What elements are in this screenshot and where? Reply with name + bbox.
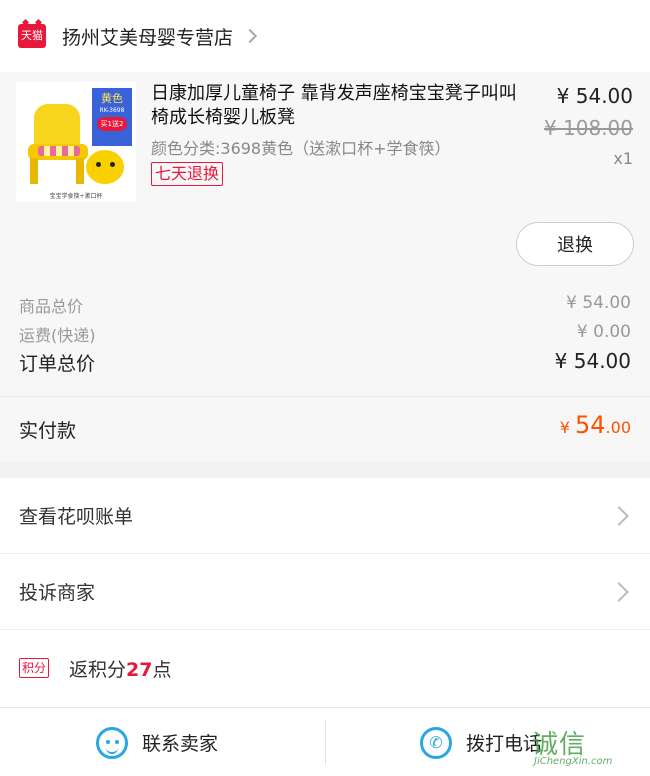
shipping-value: ¥ 0.00 [576,322,631,342]
chair-leg-shape [30,158,38,184]
tag-color-text: 黄色 [101,92,123,105]
contact-seller-button[interactable]: 联系卖家 [96,708,218,776]
call-phone-label: 拨打电话 [466,733,543,755]
points-badge: 积分 [19,658,50,678]
order-total-row: 订单总价 ¥ 54.00 [19,349,631,376]
duck-eye-shape [110,162,115,167]
chevron-right-icon [609,582,629,602]
product-image-caption: 宝宝学食筷+漱口杯 [49,193,103,200]
bottom-action-bar: 联系卖家 ✆ 拨打电话 [0,707,650,776]
tmall-logo-icon: 天猫 [18,24,46,48]
payment-currency: ¥ [559,418,575,437]
product-item[interactable]: 黄色 RK-3698 买1送2 宝宝学食筷+漱口杯 日康加厚儿童椅子 靠背发声座… [0,72,650,279]
tag-model-text: RK-3698 [99,107,125,114]
product-image-tag: 黄色 RK-3698 买1送2 [92,88,132,146]
call-phone-button[interactable]: ✆ 拨打电话 [420,708,542,776]
order-summary: 商品总价 ¥ 54.00 运费(快递) ¥ 0.00 订单总价 ¥ 54.00 [0,279,650,396]
product-thumbnail[interactable]: 黄色 RK-3698 买1送2 宝宝学食筷+漱口杯 [16,82,136,202]
actual-payment-row: 实付款 ¥ 54.00 [0,396,650,462]
shipping-row: 运费(快递) ¥ 0.00 [19,322,631,346]
chair-pattern-shape [38,146,80,156]
complaint-link[interactable]: 投诉商家 [0,554,650,630]
product-quantity: x1 [613,149,633,168]
duck-eye-shape [96,162,101,167]
order-total-label: 订单总价 [19,353,96,375]
product-original-price: ¥ 108.00 [543,116,633,140]
chair-leg-shape [76,158,84,184]
goods-total-label: 商品总价 [19,297,84,316]
order-total-value: ¥ 54.00 [554,349,631,373]
product-title[interactable]: 日康加厚儿童椅子 靠背发声座椅宝宝凳子叫叫椅成长椅婴儿板凳 [151,82,521,130]
contact-seller-label: 联系卖家 [142,733,219,755]
payment-decimal: .00 [605,418,631,437]
order-links: 查看花呗账单 投诉商家 积分 返积分27点 [0,478,650,707]
actual-payment-label: 实付款 [19,420,77,442]
duck-shape [86,150,124,184]
complaint-label: 投诉商家 [19,582,96,604]
points-value: 27 [126,658,153,681]
product-price: ¥ 54.00 [556,84,633,108]
huabei-bill-link[interactable]: 查看花呗账单 [0,478,650,554]
chat-face-icon [96,726,128,759]
phone-icon: ✆ [420,726,452,759]
tag-gift-text: 买1送2 [97,117,127,131]
chevron-right-icon [242,28,258,44]
return-policy-badge: 七天退换 [151,162,224,186]
chair-back-shape [34,104,80,148]
points-suffix: 点 [152,658,172,681]
actual-payment-amount: ¥ 54.00 [560,411,631,439]
product-sku: 颜色分类:3698黄色（送漱口杯+学食筷） [151,139,451,158]
points-text: 返积分27点 [69,655,171,682]
store-name[interactable]: 扬州艾美母婴专营店 [62,23,233,50]
chevron-right-icon [609,506,629,526]
payment-integer: 54 [575,411,606,439]
goods-total-row: 商品总价 ¥ 54.00 [19,293,631,317]
shipping-label: 运费(快递) [19,326,96,345]
store-header[interactable]: 天猫 扬州艾美母婴专营店 [0,0,650,72]
goods-total-value: ¥ 54.00 [566,293,631,313]
points-row: 积分 返积分27点 [0,630,650,706]
points-prefix: 返积分 [69,658,127,681]
huabei-bill-label: 查看花呗账单 [19,506,134,528]
refund-button[interactable]: 退换 [516,222,634,266]
bottom-bar-divider [325,720,326,765]
